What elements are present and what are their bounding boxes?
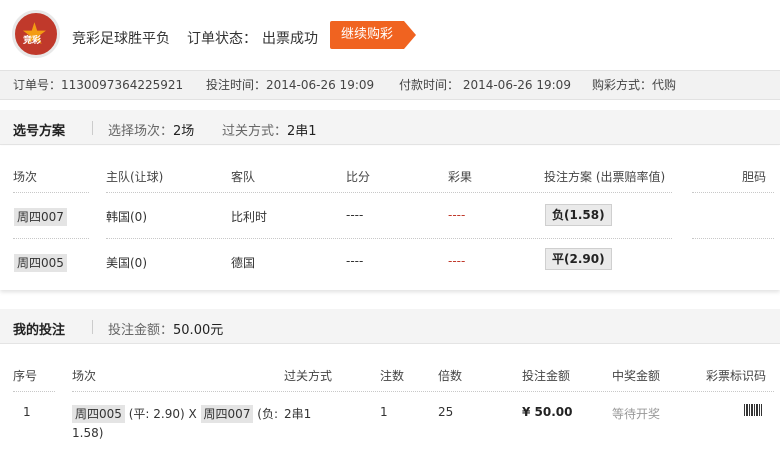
table-row-home: 美国(0) [106, 256, 147, 270]
table-row-score: ---- [346, 254, 364, 268]
col-bet-plan: 投注方案 (出票赔率值) [544, 170, 666, 184]
bet-amount: 投注金额：50.00元 [108, 323, 224, 338]
col-multiple: 倍数 [438, 369, 463, 383]
col-index: 序号 [13, 369, 38, 383]
row-match-1: 周四005 (平: 2.90) X 周四007 (负: [72, 405, 278, 423]
row-index: 1 [23, 405, 31, 419]
divider [692, 192, 774, 193]
lottery-logo: ★ 竞彩 [12, 10, 60, 58]
divider [92, 121, 93, 135]
col-match: 场次 [13, 170, 38, 184]
divider [72, 391, 774, 392]
col-match: 场次 [72, 369, 97, 383]
pass-type: 过关方式：2串1 [222, 124, 317, 139]
order-number: 订单号：1130097364225921 [13, 78, 184, 92]
table-row-result: ---- [448, 254, 466, 268]
pay-time: 付款时间： 2014-06-26 19:09 [399, 78, 571, 92]
row-amount: ¥ 50.00 [522, 405, 573, 419]
row-multiple: 25 [438, 405, 454, 419]
selection-table: 场次 主队(让球) 客队 比分 彩果 投注方案 (出票赔率值) 胆码 周四007… [0, 146, 780, 290]
buy-method: 购彩方式：代购 [592, 78, 677, 92]
my-bet-title: 我的投注 [13, 323, 66, 338]
barcode-icon[interactable] [744, 404, 762, 416]
divider [13, 238, 89, 239]
row-prize: 等待开奖 [612, 407, 661, 421]
lottery-title: 竞彩足球胜平负 [72, 31, 170, 47]
col-score: 比分 [346, 170, 371, 184]
table-row-match: 周四007 [14, 208, 67, 226]
col-home: 主队(让球) [106, 170, 164, 184]
my-bet-header: 我的投注 投注金额：50.00元 [0, 309, 780, 344]
table-row-result: ---- [448, 208, 466, 222]
table-row-away: 德国 [231, 256, 256, 270]
col-pass: 过关方式 [284, 369, 333, 383]
col-bets: 注数 [380, 369, 405, 383]
divider [692, 238, 774, 239]
col-away: 客队 [231, 170, 256, 184]
col-banker: 胆码 [742, 170, 767, 184]
divider [106, 192, 672, 193]
my-bet-table: 序号 场次 过关方式 注数 倍数 投注金额 中奖金额 彩票标识码 1 周四005… [0, 345, 780, 455]
col-amount: 投注金额 [522, 369, 571, 383]
selection-header: 选号方案 选择场次：2场 过关方式：2串1 [0, 110, 780, 145]
order-info-bar: 订单号：1130097364225921 投注时间：2014-06-26 19:… [0, 70, 780, 100]
col-result: 彩果 [448, 170, 473, 184]
table-row-away: 比利时 [231, 210, 268, 224]
col-prize: 中奖金额 [612, 369, 661, 383]
order-header: ★ 竞彩 竞彩足球胜平负 订单状态： 出票成功 继续购彩 [0, 0, 780, 70]
table-row-match: 周四005 [14, 254, 67, 272]
bet-odds-badge: 平(2.90) [545, 248, 612, 270]
divider [92, 320, 93, 334]
row-pass: 2串1 [284, 407, 312, 421]
row-bets: 1 [380, 405, 388, 419]
arrow-tip [404, 21, 416, 49]
order-status: 出票成功 [262, 31, 318, 47]
bet-odds-badge: 负(1.58) [545, 204, 612, 226]
col-ticket-id: 彩票标识码 [706, 369, 767, 383]
selection-title: 选号方案 [13, 124, 66, 139]
divider [13, 192, 89, 193]
continue-buy-button[interactable]: 继续购彩 [330, 21, 416, 49]
divider [106, 238, 672, 239]
bet-time: 投注时间：2014-06-26 19:09 [206, 78, 375, 92]
matches-count: 选择场次：2场 [108, 124, 195, 139]
order-status-label: 订单状态： [187, 31, 257, 47]
table-row-score: ---- [346, 208, 364, 222]
divider [13, 391, 55, 392]
row-match-2: 1.58) [72, 426, 104, 440]
table-row-home: 韩国(0) [106, 210, 147, 224]
